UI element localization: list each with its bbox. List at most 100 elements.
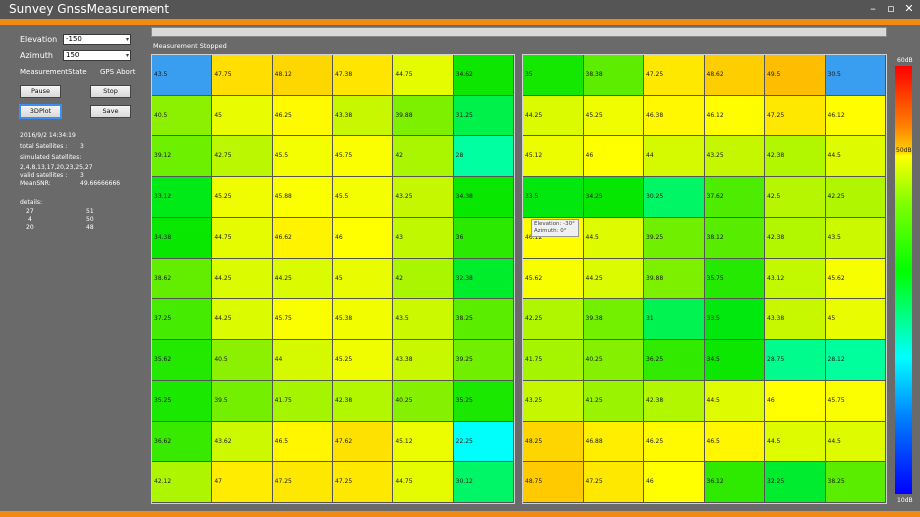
grid-cell[interactable]: 47.25 xyxy=(644,55,705,96)
grid-cell[interactable]: 34.5 xyxy=(704,340,765,381)
grid-cell[interactable]: 36.12 xyxy=(704,462,765,503)
grid-cell[interactable]: 44.75 xyxy=(212,217,273,259)
grid-cell[interactable]: 45.62 xyxy=(825,258,886,300)
grid-cell[interactable]: 45.75 xyxy=(825,380,886,422)
grid-cell[interactable]: 31.25 xyxy=(453,95,514,137)
grid-cell[interactable]: 46.5 xyxy=(704,421,765,463)
grid-cell[interactable]: 32.25 xyxy=(765,462,826,503)
grid-cell[interactable]: 43.62 xyxy=(212,421,273,463)
grid-cell[interactable]: 46 xyxy=(644,462,705,503)
grid-cell[interactable]: 28 xyxy=(453,136,514,178)
grid-cell[interactable]: 46 xyxy=(333,217,394,259)
grid-cell[interactable]: 42.25 xyxy=(523,299,584,341)
grid-cell[interactable]: 35.25 xyxy=(152,380,213,422)
grid-cell[interactable]: 40.5 xyxy=(152,95,213,137)
grid-cell[interactable]: 47.38 xyxy=(333,55,394,96)
grid-cell[interactable]: 45.75 xyxy=(333,136,394,178)
chevron-down-icon[interactable]: ▾ xyxy=(126,35,129,44)
grid-cell[interactable]: 46.88 xyxy=(583,421,644,463)
grid-cell[interactable]: 37.25 xyxy=(152,299,213,341)
grid-cell[interactable]: 44.5 xyxy=(583,217,644,259)
grid-cell[interactable]: 34.62 xyxy=(453,55,514,96)
grid-cell[interactable]: 28.75 xyxy=(765,340,826,381)
grid-cell[interactable]: 43.5 xyxy=(393,299,454,341)
grid-cell[interactable]: 37.62 xyxy=(704,177,765,218)
grid-cell[interactable]: 42.38 xyxy=(333,380,394,422)
grid-cell[interactable]: 48.75 xyxy=(523,462,584,503)
grid-cell[interactable]: 42.38 xyxy=(644,380,705,422)
grid-cell[interactable]: 43.5 xyxy=(152,55,213,96)
grid-cell[interactable]: 38.25 xyxy=(825,462,886,503)
grid-cell[interactable]: 38.25 xyxy=(453,299,514,341)
grid-cell[interactable]: 41.25 xyxy=(583,380,644,422)
grid-cell[interactable]: 38.12 xyxy=(704,217,765,259)
grid-cell[interactable]: 46.12 xyxy=(704,95,765,137)
grid-cell[interactable]: 48.25 xyxy=(523,421,584,463)
grid-cell[interactable]: 44.5 xyxy=(825,136,886,178)
grid-cell[interactable]: 44.5 xyxy=(704,380,765,422)
grid-cell[interactable]: 34.38 xyxy=(453,177,514,218)
grid-cell[interactable]: 42 xyxy=(393,136,454,178)
grid-cell[interactable]: 45.5 xyxy=(272,136,333,178)
grid-cell[interactable]: 45.38 xyxy=(333,299,394,341)
stop-button[interactable]: Stop xyxy=(90,85,131,98)
grid-cell[interactable]: 44 xyxy=(644,136,705,178)
grid-cell[interactable]: 39.88 xyxy=(393,95,454,137)
grid-cell[interactable]: 38.38 xyxy=(583,55,644,96)
grid-cell[interactable]: 45.5 xyxy=(333,177,394,218)
grid-cell[interactable]: 49.5 xyxy=(765,55,826,96)
grid-cell[interactable]: 30.25 xyxy=(644,177,705,218)
grid-cell[interactable]: 43.38 xyxy=(765,299,826,341)
grid-cell[interactable]: 36.25 xyxy=(644,340,705,381)
grid-cell[interactable]: 39.25 xyxy=(644,217,705,259)
grid-cell[interactable]: 39.5 xyxy=(212,380,273,422)
grid-cell[interactable]: 46 xyxy=(583,136,644,178)
grid-cell[interactable]: 44.5 xyxy=(825,421,886,463)
grid-cell[interactable]: 45.12 xyxy=(393,421,454,463)
save-button[interactable]: Save xyxy=(90,105,131,118)
grid-cell[interactable]: 45.75 xyxy=(272,299,333,341)
grid-cell[interactable]: 42 xyxy=(393,258,454,300)
grid-cell[interactable]: 40.25 xyxy=(393,380,454,422)
grid-cell[interactable]: 45.88 xyxy=(272,177,333,218)
grid-cell[interactable]: 40.25 xyxy=(583,340,644,381)
grid-cell[interactable]: 30.5 xyxy=(825,55,886,96)
grid-cell[interactable]: 39.38 xyxy=(583,299,644,341)
grid-cell[interactable]: 46.5 xyxy=(272,421,333,463)
grid-cell[interactable]: 46.12 xyxy=(825,95,886,137)
grid-cell[interactable]: 33.5 xyxy=(704,299,765,341)
grid-cell[interactable]: 43.38 xyxy=(393,340,454,381)
grid-cell[interactable]: 42.12 xyxy=(152,462,213,503)
grid-cell[interactable]: 31 xyxy=(644,299,705,341)
grid-cell[interactable]: 35.62 xyxy=(152,340,213,381)
grid-cell[interactable]: 45.25 xyxy=(212,177,273,218)
grid-cell[interactable]: 45.62 xyxy=(523,258,584,300)
grid-cell[interactable]: 36 xyxy=(453,217,514,259)
grid-cell[interactable]: 39.12 xyxy=(152,136,213,178)
grid-cell[interactable]: 30.12 xyxy=(453,462,514,503)
grid-cell[interactable]: 28.12 xyxy=(825,340,886,381)
grid-cell[interactable]: 44.25 xyxy=(272,258,333,300)
grid-cell[interactable]: 44.75 xyxy=(393,462,454,503)
grid-cell[interactable]: 42.38 xyxy=(765,217,826,259)
grid-cell[interactable]: 32.38 xyxy=(453,258,514,300)
grid-cell[interactable]: 47.25 xyxy=(333,462,394,503)
grid-cell[interactable]: 44.5 xyxy=(765,421,826,463)
grid-cell[interactable]: 42.5 xyxy=(765,177,826,218)
grid-cell[interactable]: 43 xyxy=(393,217,454,259)
grid-cell[interactable]: 47.25 xyxy=(272,462,333,503)
grid-cell[interactable]: 43.12 xyxy=(765,258,826,300)
maximize-icon[interactable]: ▫ xyxy=(884,2,898,16)
grid-cell[interactable]: 41.75 xyxy=(523,340,584,381)
grid-cell[interactable]: 35.75 xyxy=(704,258,765,300)
grid-cell[interactable]: 45.25 xyxy=(583,95,644,137)
grid-cell[interactable]: 46.25 xyxy=(272,95,333,137)
grid-cell[interactable]: 39.25 xyxy=(453,340,514,381)
chevron-down-icon[interactable]: ▾ xyxy=(126,51,129,60)
grid-cell[interactable]: 45 xyxy=(333,258,394,300)
minimize-icon[interactable]: – xyxy=(866,2,880,16)
grid-cell[interactable]: 41.75 xyxy=(272,380,333,422)
pause-button[interactable]: Pause xyxy=(20,85,61,98)
3dplot-button[interactable]: 3DPlot xyxy=(20,105,61,118)
grid-cell[interactable]: 44.25 xyxy=(583,258,644,300)
